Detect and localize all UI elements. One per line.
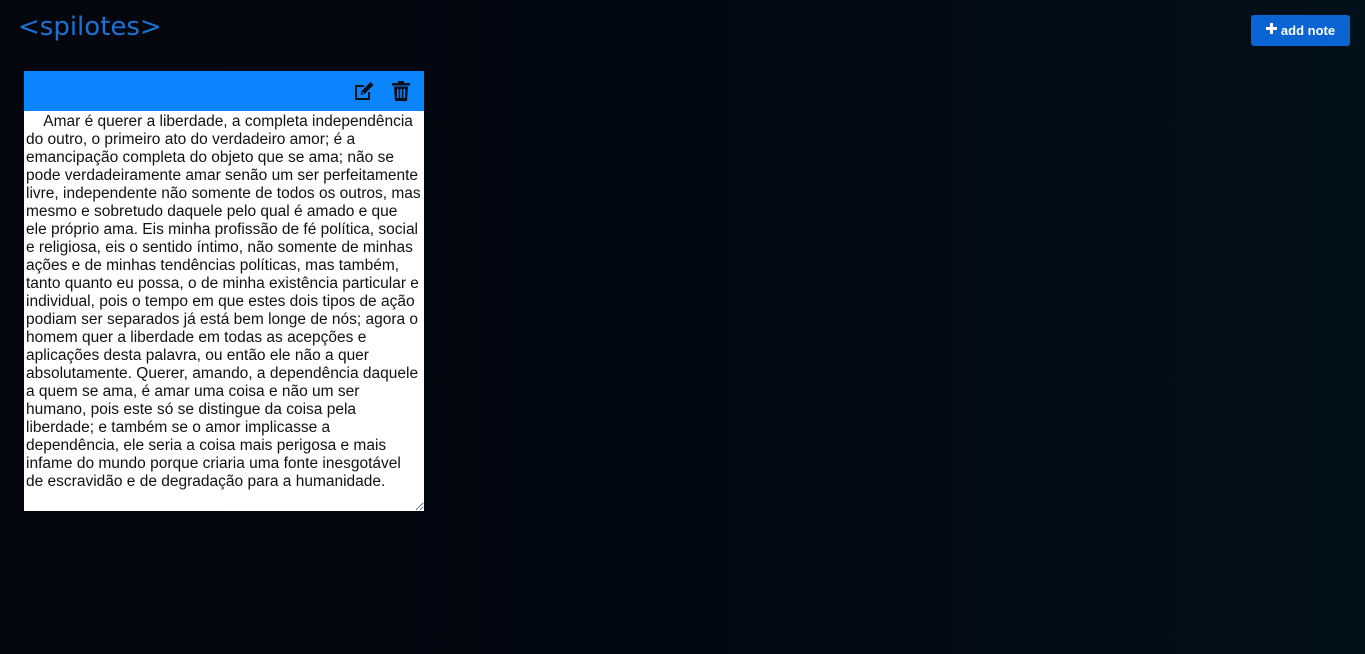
trash-icon[interactable]: [390, 80, 412, 102]
add-note-button[interactable]: add note: [1251, 15, 1350, 46]
edit-icon[interactable]: [353, 80, 375, 102]
add-note-label: add note: [1280, 23, 1336, 38]
note-card: Amar é querer a liberdade, a completa in…: [24, 71, 424, 511]
note-textarea[interactable]: Amar é querer a liberdade, a completa in…: [24, 111, 424, 511]
app-logo: <spilotes>: [18, 12, 162, 42]
plus-icon: [1265, 22, 1277, 38]
note-toolbar: [24, 71, 424, 111]
